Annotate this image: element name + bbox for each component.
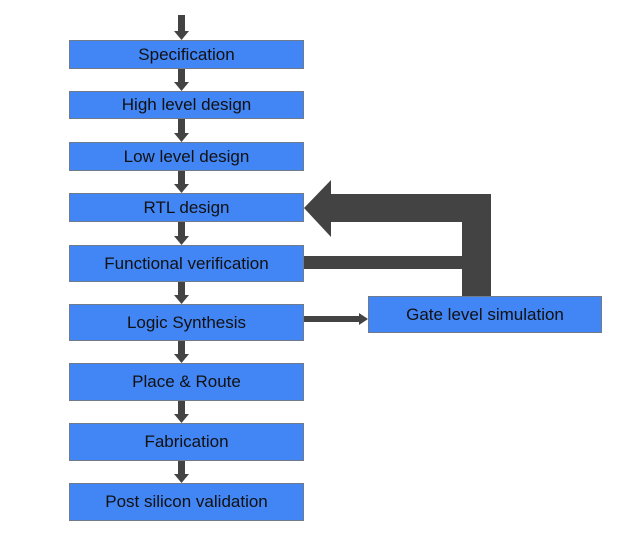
step-label: Specification (138, 44, 235, 64)
step-label: Gate level simulation (406, 304, 564, 324)
flow-arrow (174, 341, 189, 363)
step-label: High level design (121, 95, 252, 114)
flow-arrow (174, 119, 189, 142)
flow-arrow (174, 222, 189, 245)
step-label: RTL design (143, 197, 230, 217)
step-place-and-route: Place & Route (69, 363, 304, 401)
flow-arrow (174, 282, 189, 304)
step-label: Low level design (123, 146, 250, 166)
verification-feedback-bar (304, 256, 463, 269)
flow-arrow (174, 69, 189, 91)
flow-arrow (174, 461, 189, 483)
step-gate-level-simulation: Gate level simulation (368, 296, 602, 333)
step-rtl-design: RTL design (69, 193, 304, 222)
step-functional-verification: Functional verification (69, 245, 304, 282)
step-specification: Specification (69, 40, 304, 69)
entry-arrow (174, 15, 189, 40)
step-fabrication: Fabrication (69, 423, 304, 461)
step-high-level-design: High level design (69, 91, 304, 119)
step-label: Fabrication (144, 432, 229, 451)
step-label: Post silicon validation (105, 492, 268, 511)
step-logic-synthesis: Logic Synthesis (69, 304, 304, 341)
step-low-level-design: Low level design (69, 142, 304, 171)
step-label: Place & Route (132, 372, 241, 391)
step-label: Functional verification (104, 253, 269, 273)
synthesis-to-gate-arrow (304, 313, 368, 325)
feedback-arrow-to-rtl (304, 180, 491, 296)
step-label: Logic Synthesis (126, 312, 247, 332)
asic-design-flow-diagram: Specification High level design Low leve… (0, 0, 624, 541)
flow-arrow (174, 401, 189, 423)
step-post-silicon-validation: Post silicon validation (69, 483, 304, 521)
flow-arrow (174, 171, 189, 193)
